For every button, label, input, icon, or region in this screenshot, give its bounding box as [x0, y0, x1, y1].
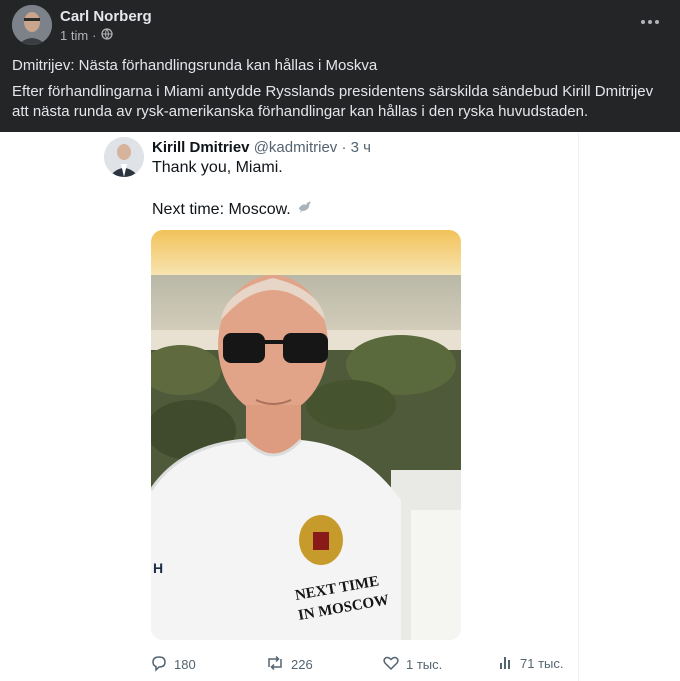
- post-time[interactable]: 1 tim: [60, 28, 88, 43]
- like-action[interactable]: 1 тыс.: [382, 654, 442, 675]
- like-icon[interactable]: [382, 654, 400, 675]
- reply-icon[interactable]: [150, 654, 168, 675]
- repost-action[interactable]: 226: [265, 654, 313, 675]
- globe-icon: [100, 28, 113, 43]
- reply-action[interactable]: 180: [150, 654, 196, 675]
- post-body: Efter förhandlingarna i Miami antydde Ry…: [12, 83, 654, 120]
- tweet-header: Kirill Dmitriev @kadmitriev · 3 ч: [152, 139, 371, 156]
- more-options-icon[interactable]: [636, 10, 664, 34]
- tweet-text-line-2: Next time: Moscow.: [152, 200, 291, 218]
- author-name[interactable]: Carl Norberg: [60, 8, 152, 25]
- shirt-brand-mark: H: [153, 560, 163, 576]
- tweet-text-line-2-row: Next time: Moscow.: [152, 199, 313, 220]
- meta-separator: ·: [92, 28, 97, 43]
- tweet-separator: ·: [341, 139, 347, 156]
- post-meta: 1 tim ·: [60, 28, 113, 43]
- repost-icon[interactable]: [265, 654, 285, 675]
- like-count: 1 тыс.: [406, 657, 443, 672]
- tweet-action-bar: 180 226 1 тыс. 71 тыс.: [150, 654, 570, 674]
- author-avatar[interactable]: [12, 5, 52, 45]
- screenshot-edge: [578, 132, 579, 681]
- tweet-time: 3 ч: [350, 139, 371, 156]
- reply-count: 180: [174, 657, 196, 672]
- tweet-photo: H NEXT TIME IN MOSCOW: [151, 230, 461, 640]
- views-count: 71 тыс.: [520, 656, 564, 671]
- repost-count: 226: [291, 657, 313, 672]
- facebook-post-header: Carl Norberg 1 tim · Dmitrijev: Nästa fö…: [0, 0, 680, 132]
- tweet-author-avatar: [104, 137, 144, 177]
- tweet-author-name: Kirill Dmitriev: [152, 139, 250, 156]
- views-icon[interactable]: [498, 654, 514, 673]
- dove-icon: [297, 199, 313, 220]
- tweet-text-line-1: Thank you, Miami.: [152, 159, 283, 176]
- views-action[interactable]: 71 тыс.: [498, 654, 563, 673]
- post-headline: Dmitrijev: Nästa förhandlingsrunda kan h…: [12, 57, 378, 74]
- tweet-author-handle: @kadmitriev: [253, 139, 338, 156]
